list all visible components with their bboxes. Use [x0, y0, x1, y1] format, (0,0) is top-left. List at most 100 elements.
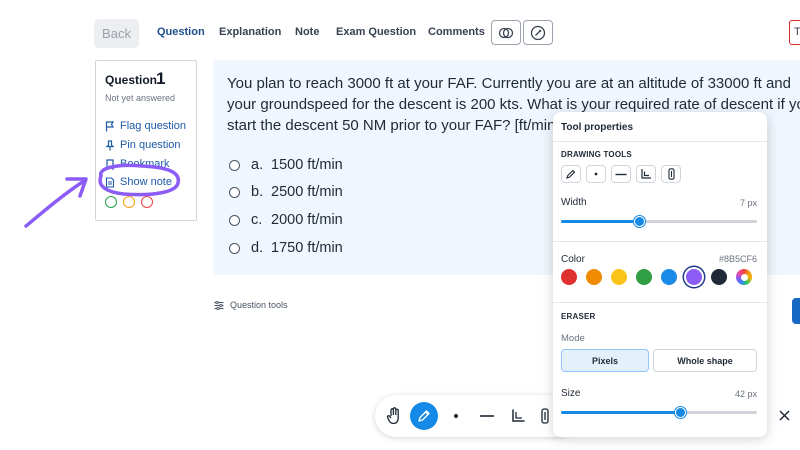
answer-radio[interactable]	[229, 186, 240, 198]
drawing-toolbar	[375, 395, 575, 437]
answer-text: 2000 ft/min	[271, 212, 343, 228]
elbow-tool-button[interactable]	[504, 402, 532, 430]
compass-pen-icon	[530, 25, 546, 40]
color-swatch[interactable]	[686, 269, 702, 285]
tool-properties-panel: Tool properties DRAWING TOOLS Width 7 px…	[553, 112, 767, 437]
question-tools-button[interactable]: Question tools	[214, 300, 288, 310]
answer-status: Not yet answered	[105, 93, 176, 103]
hand-tool-button[interactable]	[380, 402, 408, 430]
line-icon	[615, 173, 627, 175]
drawing-tools-heading: DRAWING TOOLS	[561, 150, 632, 159]
size-value: 42 px	[734, 389, 757, 399]
marker-icon	[541, 408, 549, 424]
dot-tool-option[interactable]	[586, 165, 606, 183]
divider	[553, 241, 767, 242]
flag-icon	[105, 120, 115, 131]
answer-letter: b.	[251, 184, 264, 200]
answer-radio[interactable]	[229, 159, 240, 171]
question-label: Question	[105, 73, 158, 87]
bookmark-icon	[106, 158, 114, 170]
flag-question-link[interactable]: Flag question	[105, 120, 186, 132]
mode-pixels-button[interactable]: Pixels	[561, 349, 649, 372]
width-value: 7 px	[739, 198, 757, 208]
answer-option-a[interactable]: a. 1500 ft/min	[229, 157, 343, 173]
question-number: 1	[156, 69, 166, 88]
annotation-arrow-head	[65, 177, 88, 198]
marker-icon	[667, 168, 675, 180]
line-icon	[480, 415, 494, 417]
edge-action-button[interactable]	[792, 298, 800, 324]
show-note-label: Show note	[120, 176, 172, 188]
tool-properties-title: Tool properties	[561, 122, 634, 133]
pin-question-link[interactable]: Pin question	[105, 139, 181, 151]
width-slider[interactable]	[561, 216, 757, 227]
tab-comments[interactable]: Comments	[428, 26, 485, 38]
color-picker-center	[740, 273, 748, 281]
color-swatches	[561, 269, 752, 285]
tab-exam-question[interactable]: Exam Question	[336, 26, 416, 38]
answer-option-b[interactable]: b. 2500 ft/min	[229, 184, 343, 200]
pen-tool-button[interactable]	[410, 402, 438, 430]
width-slider-fill	[561, 220, 640, 223]
mode-whole-shape-button[interactable]: Whole shape	[653, 349, 757, 372]
marker-tool-option[interactable]	[661, 165, 681, 183]
color-value: #8B5CF6	[718, 254, 757, 264]
green-status-circle[interactable]	[105, 196, 117, 208]
answer-letter: d.	[251, 240, 264, 256]
answer-option-d[interactable]: d. 1750 ft/min	[229, 240, 343, 256]
orange-status-circle[interactable]	[123, 196, 135, 208]
answer-letter: a.	[251, 157, 264, 173]
color-label: Color	[561, 254, 585, 265]
close-toolbar-button[interactable]	[774, 405, 794, 425]
width-slider-knob[interactable]	[633, 216, 645, 227]
color-swatch[interactable]	[636, 269, 652, 285]
size-slider-knob[interactable]	[675, 407, 687, 418]
flag-question-label: Flag question	[120, 120, 187, 132]
tab-note[interactable]: Note	[295, 26, 319, 38]
color-swatch[interactable]	[561, 269, 577, 285]
tab-question[interactable]: Question	[157, 26, 205, 38]
custom-color-picker-swatch[interactable]	[736, 269, 752, 285]
color-swatch[interactable]	[661, 269, 677, 285]
answer-radio[interactable]	[229, 214, 240, 226]
pin-icon	[105, 139, 115, 150]
color-swatch[interactable]	[711, 269, 727, 285]
marker-tool-button[interactable]	[535, 402, 555, 430]
show-note-link[interactable]: Show note	[105, 176, 172, 188]
line-tool-option[interactable]	[611, 165, 631, 183]
line-tool-button[interactable]	[473, 402, 501, 430]
overlap-circles-icon	[498, 27, 514, 38]
answer-letter: c.	[251, 212, 263, 228]
size-slider-fill	[561, 411, 681, 414]
drawing-tools-row	[561, 165, 681, 183]
close-icon	[778, 409, 790, 421]
answer-option-c[interactable]: c. 2000 ft/min	[229, 212, 343, 228]
edge-tab[interactable]: T	[789, 20, 800, 45]
compare-button[interactable]	[491, 20, 521, 45]
answer-radio[interactable]	[229, 242, 240, 254]
size-label: Size	[561, 388, 581, 399]
pen-tool-option[interactable]	[561, 165, 581, 183]
sliders-icon	[214, 300, 224, 310]
elbow-tool-option[interactable]	[636, 165, 656, 183]
dot-icon	[594, 172, 598, 176]
status-circles	[105, 196, 153, 208]
tab-explanation[interactable]: Explanation	[219, 26, 281, 38]
pin-question-label: Pin question	[120, 139, 181, 151]
divider	[553, 141, 767, 142]
bookmark-link[interactable]: Bookmark	[105, 158, 170, 170]
note-icon	[105, 176, 115, 188]
color-swatch[interactable]	[611, 269, 627, 285]
red-status-circle[interactable]	[141, 196, 153, 208]
draw-mode-button[interactable]	[523, 20, 553, 45]
answer-text: 1750 ft/min	[271, 240, 343, 256]
elbow-icon	[641, 169, 651, 179]
annotation-arrow-line	[24, 179, 86, 228]
dot-tool-button[interactable]	[442, 402, 470, 430]
elbow-icon	[512, 409, 525, 422]
size-slider[interactable]	[561, 407, 757, 418]
color-swatch[interactable]	[586, 269, 602, 285]
answer-text: 1500 ft/min	[271, 157, 343, 173]
back-button[interactable]: Back	[94, 19, 139, 48]
dot-icon	[454, 414, 458, 418]
